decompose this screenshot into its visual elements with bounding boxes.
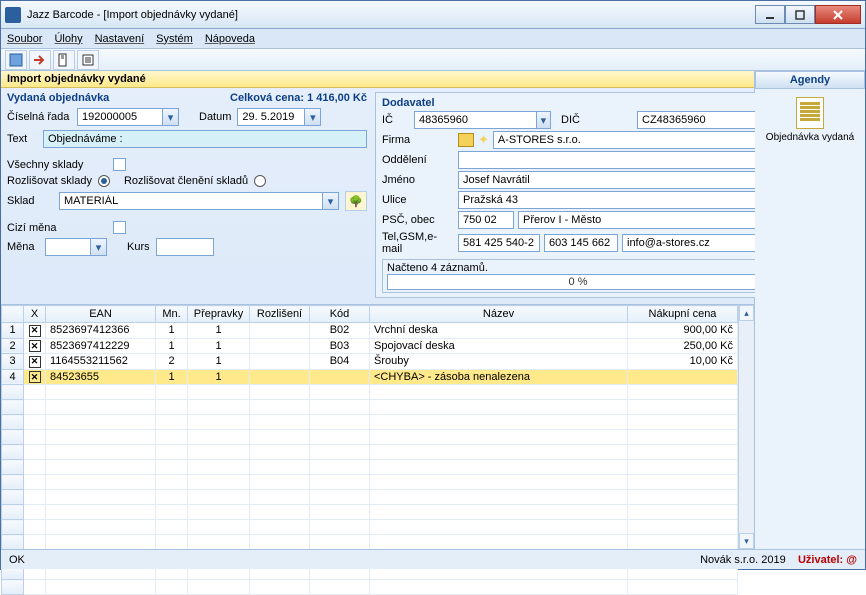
text-input[interactable] [43,130,367,148]
scroll-up-button[interactable]: ▴ [739,305,754,321]
text-label: Text [7,133,37,145]
toolbar [1,49,865,71]
diff-wh-det-label: Rozlišovat členění skladů [124,175,248,187]
document-icon [796,97,824,129]
foreign-currency-label: Cizí měna [7,222,107,234]
ic-input[interactable] [414,111,537,129]
menubar: Soubor Úlohy Nastavení Systém Nápoveda [1,29,865,49]
col-x[interactable]: X [24,306,46,323]
loaded-count: Načteno 4 záznamů. [387,262,769,274]
folder-icon[interactable] [458,133,474,147]
jmeno-label: Jméno [382,174,454,186]
ulice-input[interactable] [458,191,774,209]
gsm-input[interactable] [544,234,618,252]
diff-wh-label: Rozlišovat sklady [7,175,92,187]
all-wh-label: Všechny sklady [7,159,107,171]
currency-input[interactable] [45,238,91,256]
scroll-down-button[interactable]: ▾ [739,533,754,549]
maximize-button[interactable] [785,5,815,24]
menu-soubor[interactable]: Soubor [7,33,42,45]
status-company: Novák s.r.o. 2019 [700,554,786,566]
rate-label: Kurs [127,241,150,253]
dic-input[interactable] [637,111,760,129]
status-ok: OK [9,554,25,566]
menu-ulohy[interactable]: Úlohy [54,33,82,45]
col-nazev[interactable]: Název [370,306,628,323]
obec-input[interactable] [518,211,759,229]
wh-tree-button[interactable]: 🌳 [345,191,367,211]
supplier-header: Dodavatel [382,97,774,109]
psc-input[interactable] [458,211,514,229]
app-icon [5,7,21,23]
order-header: Vydaná objednávka [7,92,109,104]
star-icon[interactable]: ✦ [478,132,489,148]
total-label: Celková cena: [230,92,304,104]
table-row[interactable]: 1✕852369741236611B02Vrchní deska900,00 K… [2,323,738,339]
rate-input[interactable] [156,238,214,256]
tb-btn-1[interactable] [5,50,27,70]
status-user: @ [846,554,857,566]
menu-system[interactable]: Systém [156,33,193,45]
tb-btn-4[interactable] [77,50,99,70]
jmeno-input[interactable] [458,171,774,189]
col-mn[interactable]: Mn. [156,306,188,323]
firma-input[interactable] [493,131,759,149]
psc-label: PSČ, obec [382,214,454,226]
status-user-label: Uživatel: [798,554,843,566]
col-ean[interactable]: EAN [46,306,156,323]
currency-dropdown[interactable]: ▾ [91,238,107,256]
diff-wh-det-radio[interactable] [254,175,266,187]
table-row[interactable]: 2✕852369741222911B03Spojovací deska250,0… [2,338,738,354]
diff-wh-radio[interactable] [98,175,110,187]
ulice-label: Ulice [382,194,454,206]
foreign-currency-checkbox[interactable] [113,221,126,234]
menu-nastaveni[interactable]: Nastavení [95,33,145,45]
date-dropdown[interactable]: ▾ [305,108,321,126]
agenda-item[interactable]: Objednávka vydaná [755,89,865,151]
currency-label: Měna [7,241,39,253]
col-kod[interactable]: Kód [310,306,370,323]
window-title: Jazz Barcode - [Import objednávky vydané… [27,9,755,21]
date-label: Datum [199,111,231,123]
minimize-button[interactable] [755,5,785,24]
kontakt-label: Tel,GSM,e-mail [382,231,454,255]
dic-label: DIČ [561,114,633,126]
tb-btn-2[interactable] [29,50,51,70]
menu-napoveda[interactable]: Nápoveda [205,33,255,45]
num-series-label: Číselná řada [7,111,71,123]
wh-dropdown[interactable]: ▾ [323,192,339,210]
col-prepravky[interactable]: Přepravky [188,306,250,323]
progress-bar: 0 % [387,274,769,290]
date-input[interactable] [237,108,305,126]
oddeleni-input[interactable] [458,151,774,169]
grid-scrollbar[interactable]: ▴ ▾ [738,305,754,549]
wh-input[interactable] [59,192,323,210]
tb-btn-3[interactable] [53,50,75,70]
oddeleni-label: Oddělení [382,154,454,166]
wh-label: Sklad [7,195,53,207]
mail-input[interactable] [622,234,774,252]
side-header: Agendy [755,71,865,89]
ic-label: IČ [382,114,410,126]
section-title: Import objednávky vydané [1,71,754,88]
total-value: 1 416,00 Kč [307,92,367,104]
ic-dropdown[interactable]: ▾ [537,111,551,129]
firma-label: Firma [382,134,454,146]
num-series-input[interactable] [77,108,163,126]
agenda-item-label: Objednávka vydaná [766,132,854,143]
col-cena[interactable]: Nákupní cena [628,306,738,323]
col-rozliseni[interactable]: Rozlišení [250,306,310,323]
table-row[interactable]: 3✕116455321156221B04Šrouby10,00 Kč [2,354,738,370]
close-button[interactable] [815,5,861,24]
tel-input[interactable] [458,234,540,252]
all-wh-checkbox[interactable] [113,158,126,171]
num-series-dropdown[interactable]: ▾ [163,108,179,126]
table-row[interactable]: 4✕8452365511<CHYBA> - zásoba nenalezena [2,369,738,385]
